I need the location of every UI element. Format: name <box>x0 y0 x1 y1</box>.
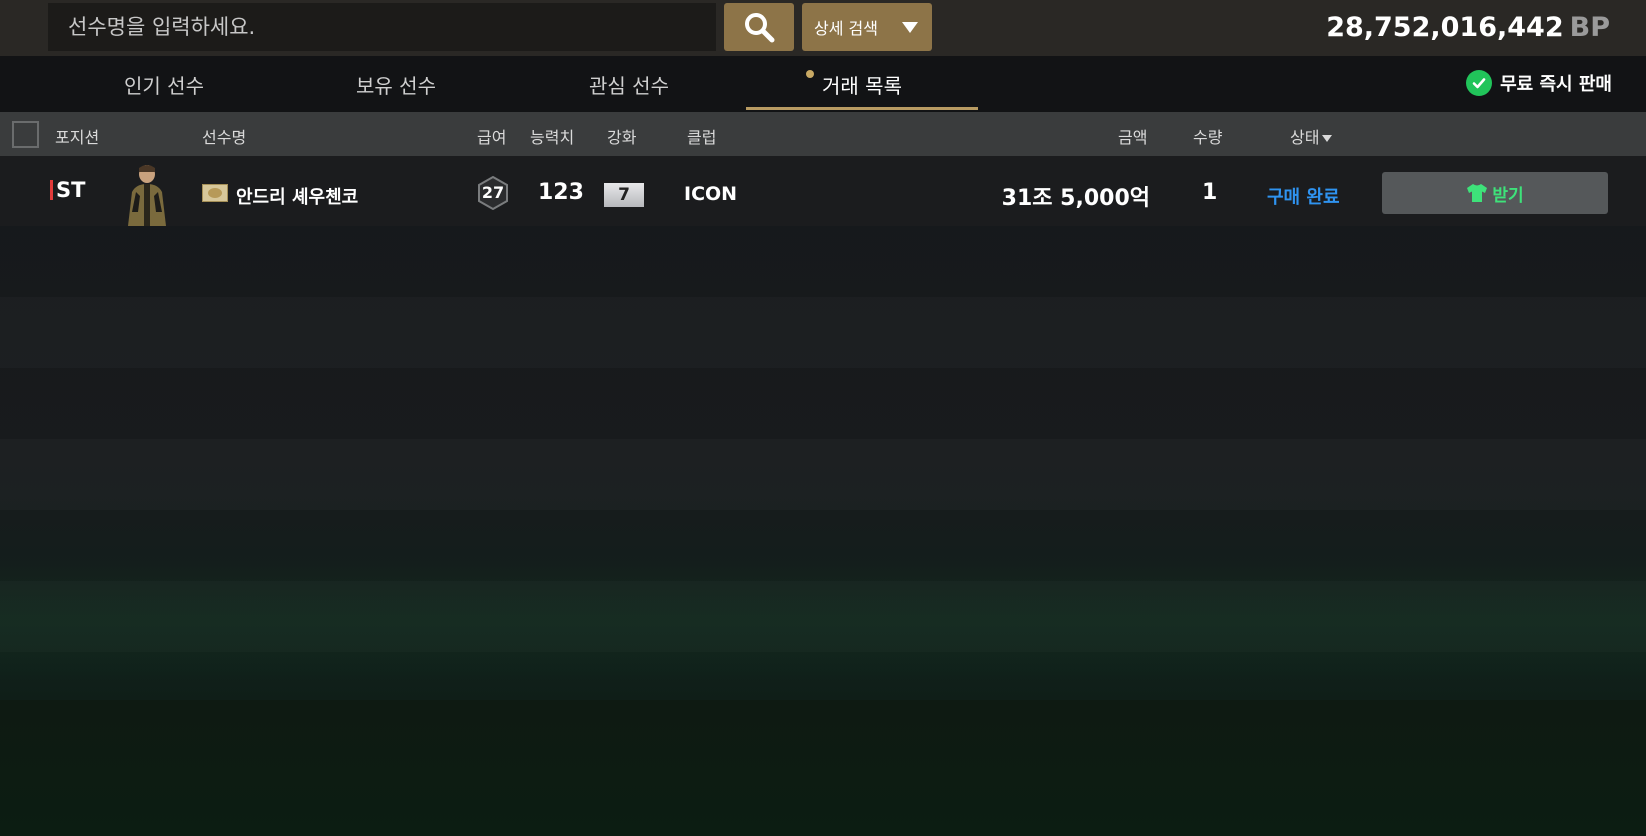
receive-button[interactable]: 받기 <box>1382 172 1608 214</box>
bp-balance: 28,752,016,442 BP <box>1326 12 1610 43</box>
tab-watchlist-players[interactable]: 관심 선수 <box>513 56 745 112</box>
detail-search-button[interactable]: 상세 검색 <box>802 3 932 51</box>
receive-label: 받기 <box>1492 185 1524 206</box>
header-enhance[interactable]: 강화 <box>607 124 636 148</box>
tab-label: 보유 선수 <box>356 73 436 98</box>
club-name: ICON <box>684 183 738 205</box>
free-instant-sell-label: 무료 즉시 판매 <box>1500 74 1612 95</box>
search-input[interactable] <box>48 3 716 51</box>
player-name[interactable]: 안드리 셰우첸코 <box>236 183 358 209</box>
search-icon <box>745 13 775 43</box>
check-icon <box>1466 70 1493 96</box>
price-value: 31조 5,000억 <box>1001 186 1150 211</box>
status-text: 구매 완료 <box>1267 187 1340 208</box>
header-status-label: 상태 <box>1290 128 1320 147</box>
header-salary[interactable]: 급여 <box>477 124 506 148</box>
header-ovr[interactable]: 능력치 <box>530 124 574 148</box>
tab-label: 거래 목록 <box>822 73 902 98</box>
header-status[interactable]: 상태 <box>1290 124 1333 148</box>
header-price[interactable]: 금액 <box>1118 124 1147 148</box>
position-cell: ST <box>50 178 85 202</box>
season-badge-icon <box>202 184 228 202</box>
player-portrait <box>120 162 172 226</box>
select-all-checkbox[interactable] <box>12 121 39 148</box>
chevron-down-icon <box>902 22 918 33</box>
position-color-bar <box>50 180 53 200</box>
header-position[interactable]: 포지션 <box>55 124 99 148</box>
header-quantity[interactable]: 수량 <box>1193 124 1222 148</box>
tab-owned-players[interactable]: 보유 선수 <box>280 56 512 112</box>
enhance-badge: 7 <box>604 183 644 207</box>
free-instant-sell-toggle[interactable]: 무료 즉시 판매 <box>1466 70 1612 96</box>
tab-label: 관심 선수 <box>589 73 669 98</box>
quantity-value: 1 <box>1202 180 1218 205</box>
top-bar: 상세 검색 28,752,016,442BP <box>0 0 1646 56</box>
background-field <box>0 700 1646 836</box>
tab-popular-players[interactable]: 인기 선수 <box>48 56 280 112</box>
header-name[interactable]: 선수명 <box>202 124 246 148</box>
salary-value: 27 <box>481 183 505 202</box>
table-header: 포지션 선수명 급여 능력치 강화 클럽 금액 수량 상태 <box>0 112 1646 156</box>
table-row[interactable]: ST 안드리 셰우첸코 27 123 7 ICON 31조 5,000억 1 구… <box>0 156 1646 226</box>
jersey-icon <box>1467 184 1488 202</box>
tab-trade-list[interactable]: 거래 목록 <box>746 56 978 112</box>
bp-amount: 28,752,016,442 <box>1326 12 1564 43</box>
new-dot-indicator <box>806 70 814 78</box>
tab-bar: 인기 선수 보유 선수 관심 선수 거래 목록 무료 즉시 판매 <box>0 56 1646 112</box>
header-club[interactable]: 클럽 <box>687 124 716 148</box>
sort-caret-icon <box>1322 135 1333 142</box>
tab-label: 인기 선수 <box>124 73 204 98</box>
search-button[interactable] <box>724 3 794 51</box>
bp-unit: BP <box>1569 12 1610 43</box>
position-text: ST <box>56 178 86 202</box>
background-glow <box>0 560 1646 680</box>
detail-search-label: 상세 검색 <box>814 19 878 38</box>
ovr-value: 123 <box>538 180 584 205</box>
